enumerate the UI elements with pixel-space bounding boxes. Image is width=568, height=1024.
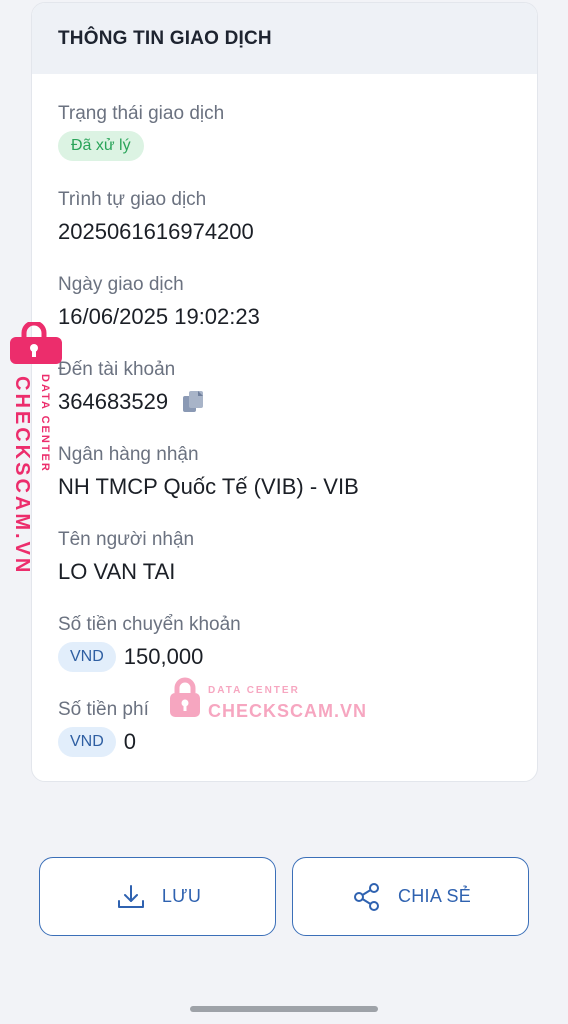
sequence-field: Trình tự giao dịch 2025061616974200 <box>58 189 254 246</box>
lock-icon <box>6 320 64 366</box>
lock-icon <box>168 677 202 719</box>
watermark-subtitle: DATA CENTER <box>208 685 300 696</box>
copy-icon[interactable] <box>180 389 206 415</box>
currency-badge: VND <box>58 642 116 672</box>
sequence-value: 2025061616974200 <box>58 219 254 244</box>
share-button-label: CHIA SẺ <box>397 886 472 906</box>
fee-field: Số tiền phí VND 0 <box>58 699 149 757</box>
date-value: 16/06/2025 19:02:23 <box>58 304 260 329</box>
watermark-center: DATA CENTER CHECKSCAM.VN <box>168 675 366 725</box>
amount-label: Số tiền chuyển khoản <box>58 614 241 635</box>
sequence-label: Trình tự giao dịch <box>58 189 207 210</box>
bank-field: Ngân hàng nhận NH TMCP Quốc Tế (VIB) - V… <box>58 444 359 501</box>
download-icon <box>114 880 148 914</box>
watermark-brand: CHECKSCAM.VN <box>208 701 368 721</box>
status-badge: Đã xử lý <box>58 131 144 161</box>
transaction-info-card: THÔNG TIN GIAO DỊCH Trạng thái giao dịch… <box>31 2 538 782</box>
fee-value: 0 <box>123 729 137 754</box>
share-icon <box>350 880 384 914</box>
status-label: Trạng thái giao dịch <box>58 103 225 124</box>
bank-value: NH TMCP Quốc Tế (VIB) - VIB <box>58 474 359 499</box>
share-button[interactable]: CHIA SẺ <box>292 857 529 936</box>
card-title: THÔNG TIN GIAO DỊCH <box>58 27 272 49</box>
amount-row: VND 150,000 <box>58 642 241 672</box>
status-field: Trạng thái giao dịch Đã xử lý <box>58 103 224 161</box>
account-field: Đến tài khoản 364683529 <box>58 359 206 416</box>
account-value: 364683529 <box>58 389 169 414</box>
watermark-subtitle: DATA CENTER <box>39 374 51 473</box>
recipient-label: Tên người nhận <box>58 529 195 550</box>
date-field: Ngày giao dịch 16/06/2025 19:02:23 <box>58 274 260 331</box>
amount-value: 150,000 <box>123 644 204 669</box>
fee-label: Số tiền phí <box>58 699 149 720</box>
recipient-field: Tên người nhận LO VAN TAI <box>58 529 194 586</box>
fee-row: VND 0 <box>58 727 149 757</box>
save-button-label: LƯU <box>161 886 202 906</box>
save-button[interactable]: LƯU <box>39 857 276 936</box>
watermark-vertical: CHECKSCAM.VN DATA CENTER <box>4 320 64 575</box>
watermark-brand: CHECKSCAM.VN <box>11 376 33 576</box>
date-label: Ngày giao dịch <box>58 274 184 295</box>
currency-badge: VND <box>58 727 116 757</box>
recipient-value: LO VAN TAI <box>58 559 176 584</box>
card-header: THÔNG TIN GIAO DỊCH <box>32 3 537 74</box>
account-label: Đến tài khoản <box>58 359 176 380</box>
transaction-detail-screen: THÔNG TIN GIAO DỊCH Trạng thái giao dịch… <box>0 0 568 1024</box>
home-indicator[interactable] <box>190 1006 378 1012</box>
bank-label: Ngân hàng nhận <box>58 444 199 465</box>
account-row: 364683529 <box>58 388 206 416</box>
amount-field: Số tiền chuyển khoản VND 150,000 <box>58 614 241 672</box>
